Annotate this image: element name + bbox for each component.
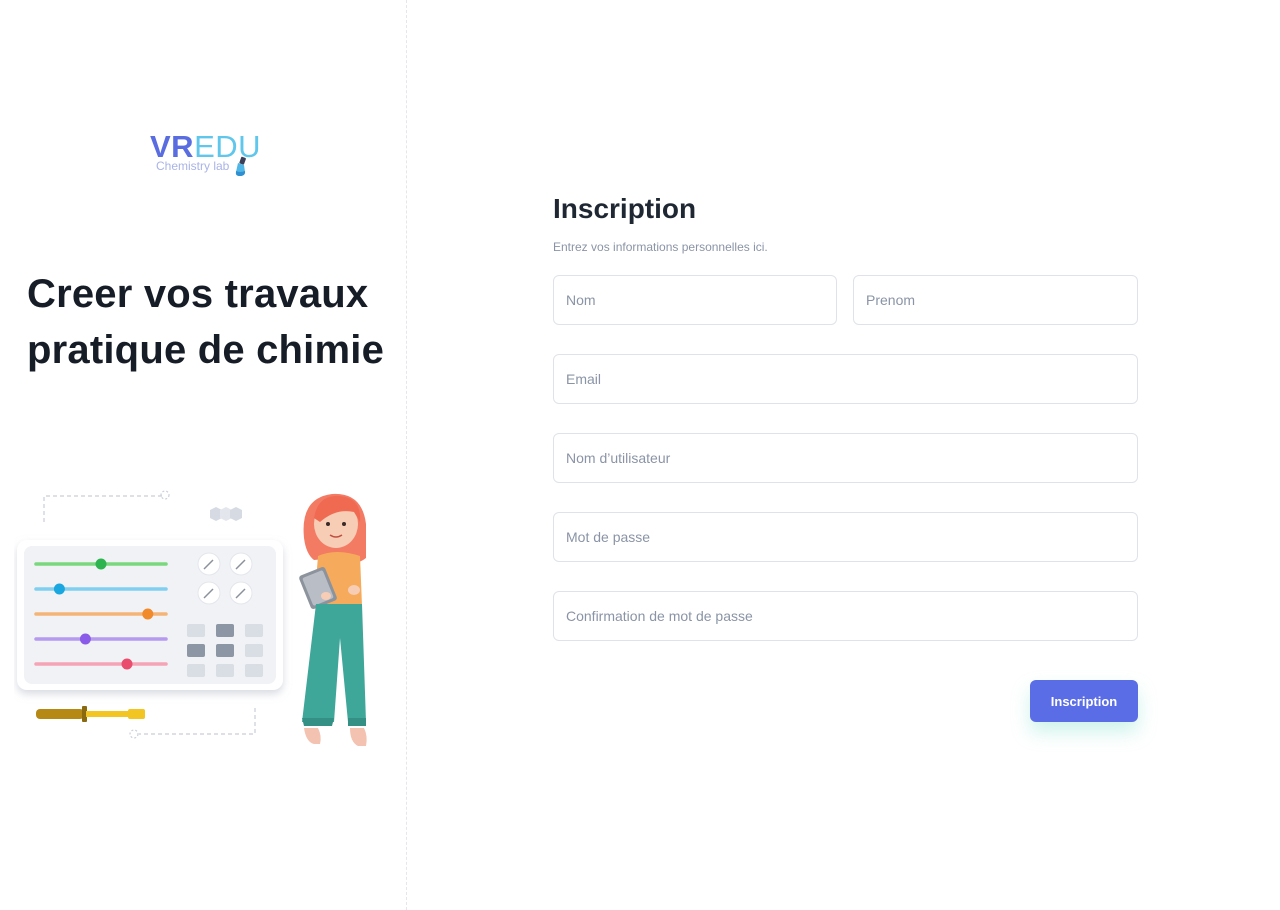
form-subtitle: Entrez vos informations personnelles ici…	[553, 240, 768, 254]
panel-divider	[406, 0, 407, 910]
signup-form: Inscription Entrez vos informations pers…	[553, 0, 1138, 910]
slider-knob	[121, 658, 133, 670]
lab-control-illustration	[17, 490, 367, 746]
form-title: Inscription	[553, 193, 697, 224]
brand-subtitle: Chemistry lab	[156, 159, 230, 173]
slider-knob	[95, 558, 107, 570]
username-input[interactable]	[553, 433, 1138, 483]
email-input[interactable]	[553, 354, 1138, 404]
slider-knob	[53, 583, 65, 595]
flask-icon	[235, 156, 246, 176]
molecule-icon	[210, 507, 242, 521]
button-grid	[187, 624, 263, 677]
nom-input[interactable]	[553, 275, 837, 325]
confirm-password-input[interactable]	[553, 591, 1138, 641]
brand-logo[interactable]: VREDU Chemistry lab	[150, 130, 270, 182]
left-panel: VREDU Chemistry lab Creer vos travaux pr…	[0, 0, 406, 910]
screwdriver-icon	[36, 706, 145, 722]
slider-knob	[79, 633, 91, 645]
prenom-input[interactable]	[853, 275, 1138, 325]
submit-button[interactable]: Inscription	[1030, 680, 1138, 722]
password-input[interactable]	[553, 512, 1138, 562]
hero-headline: Creer vos travaux pratique de chimie	[27, 272, 385, 372]
scientist-character	[299, 493, 367, 746]
slider-knob	[142, 608, 154, 620]
